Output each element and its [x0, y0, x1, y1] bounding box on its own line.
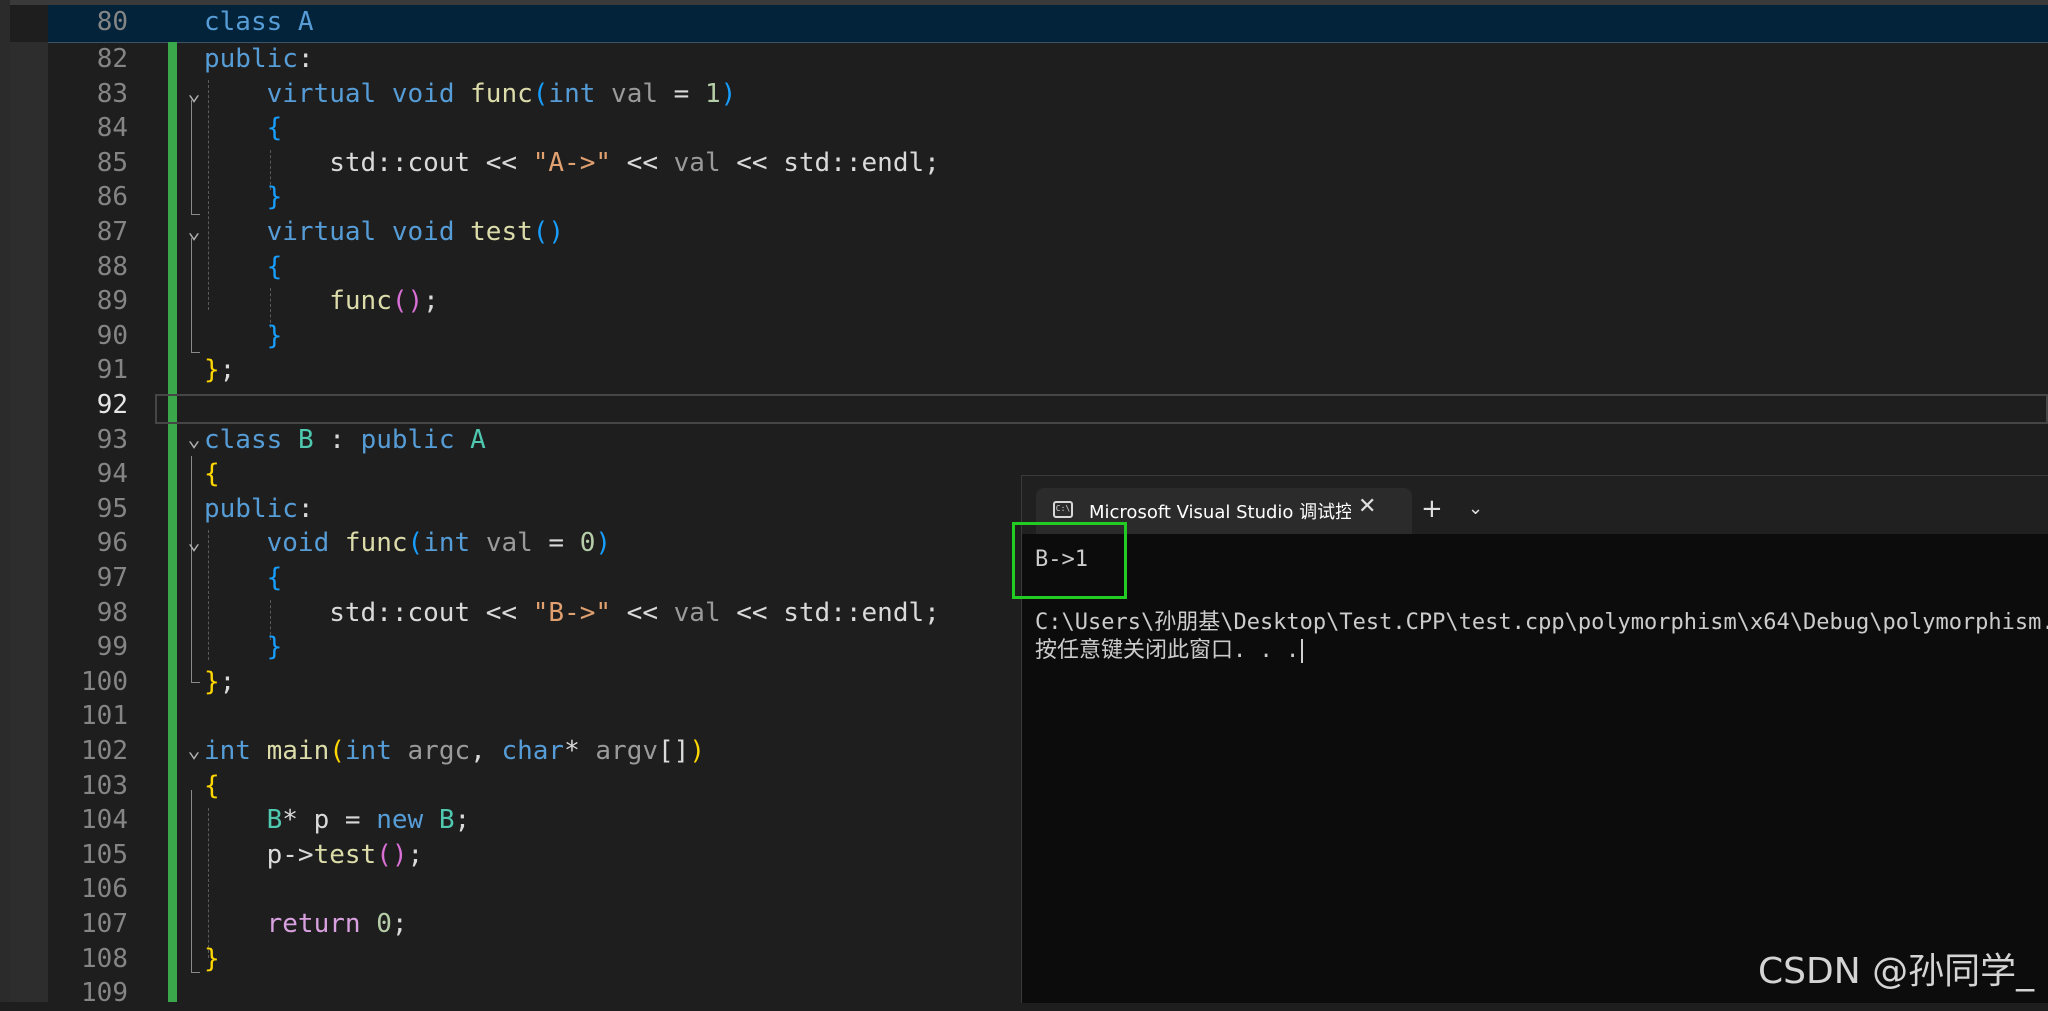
- code-line[interactable]: 88 {: [48, 250, 2048, 285]
- line-number: 86: [96, 182, 128, 213]
- fold-chevron-icon[interactable]: ⌄: [183, 77, 205, 112]
- code-text: B* p = new B;: [266, 805, 471, 836]
- line-number: 90: [96, 320, 128, 351]
- code-text: {: [266, 113, 283, 144]
- code-text: return 0;: [266, 909, 408, 939]
- terminal-tab-title: Microsoft Visual Studio 调试控制台: [1089, 502, 1351, 523]
- line-number: 94: [96, 459, 128, 490]
- line-number: 102: [81, 736, 128, 766]
- terminal-icon: C:\: [1053, 501, 1073, 518]
- code-line[interactable]: 90 }: [48, 319, 2048, 354]
- code-token: class A: [204, 7, 314, 37]
- code-text: }: [266, 632, 283, 663]
- output-line-prompt: 按任意键关闭此窗口. . .: [1035, 632, 1304, 664]
- terminal-titlebar[interactable]: C:\ Microsoft Visual Studio 调试控制台 ✕ + ⌄: [1022, 476, 2048, 534]
- code-text: }: [266, 320, 283, 351]
- code-text: };: [204, 666, 236, 697]
- line-number: 82: [96, 44, 128, 74]
- sticky-code: class A: [204, 5, 314, 40]
- line-number: 87: [96, 217, 128, 247]
- code-text: func();: [329, 286, 439, 317]
- code-line[interactable]: 87 ⌄ virtual void test(): [48, 215, 2048, 250]
- glyph-margin: [10, 42, 48, 1002]
- code-text: virtual void func(int val = 1): [266, 78, 737, 109]
- code-text: void func(int val = 0): [266, 528, 612, 559]
- close-icon[interactable]: ✕: [1358, 494, 1376, 519]
- fold-chevron-icon[interactable]: ⌄: [183, 423, 205, 458]
- output-text: 按任意键关闭此窗口. . .: [1035, 638, 1300, 663]
- code-text: {: [266, 563, 283, 593]
- line-number: 95: [96, 493, 128, 524]
- line-number: 89: [96, 286, 128, 317]
- new-tab-button[interactable]: +: [1421, 496, 1443, 522]
- line-number: 100: [81, 666, 128, 697]
- line-number: 101: [81, 701, 128, 732]
- line-number: 85: [96, 147, 128, 178]
- debug-console-window[interactable]: C:\ Microsoft Visual Studio 调试控制台 ✕ + ⌄ …: [1021, 475, 2048, 1003]
- code-line[interactable]: 91 };: [48, 353, 2048, 388]
- code-text: };: [204, 355, 236, 386]
- code-text: }: [266, 182, 283, 213]
- code-text: class B : public A: [204, 424, 486, 455]
- code-line[interactable]: 82 public:: [48, 42, 2048, 77]
- code-line[interactable]: 85 std::cout << "A->" << val << std::end…: [48, 146, 2048, 181]
- line-number: 105: [81, 839, 128, 870]
- line-number: 84: [96, 113, 128, 144]
- line-number: 88: [96, 251, 128, 282]
- code-text: {: [266, 251, 283, 282]
- code-line-active[interactable]: 92: [48, 388, 2048, 423]
- line-number: 106: [81, 874, 128, 905]
- code-text: std::cout << "B->" << val << std::endl;: [329, 597, 940, 628]
- line-number: 103: [81, 770, 128, 801]
- line-number: 80: [96, 7, 128, 37]
- code-text: virtual void test(): [266, 217, 565, 247]
- line-number: 97: [96, 563, 128, 593]
- terminal-output[interactable]: B->1 C:\Users\孙朋基\Desktop\Test.CPP\test.…: [1022, 534, 2048, 1003]
- code-line[interactable]: 84 {: [48, 111, 2048, 146]
- line-number: 93: [96, 424, 128, 455]
- code-text: {: [204, 459, 220, 490]
- annotation-highlight-box: [1012, 522, 1127, 599]
- code-text: {: [204, 770, 220, 801]
- line-number: 92: [96, 390, 128, 420]
- line-number: 99: [96, 632, 128, 663]
- text-cursor: [1301, 639, 1304, 663]
- code-text: p->test();: [266, 839, 424, 870]
- code-line[interactable]: 83 ⌄ virtual void func(int val = 1): [48, 77, 2048, 112]
- code-line[interactable]: 93 ⌄ class B : public A: [48, 423, 2048, 458]
- line-number: 104: [81, 805, 128, 836]
- code-text: }: [204, 943, 220, 974]
- code-line[interactable]: 89 func();: [48, 284, 2048, 319]
- line-number: 109: [81, 978, 128, 1009]
- line-number: 83: [96, 78, 128, 109]
- fold-chevron-icon[interactable]: ⌄: [183, 526, 205, 561]
- line-number: 91: [96, 355, 128, 386]
- sticky-scroll-header[interactable]: 80 class A: [48, 5, 2048, 43]
- line-number: 108: [81, 943, 128, 974]
- fold-chevron-icon[interactable]: ⌄: [183, 215, 205, 250]
- code-text: std::cout << "A->" << val << std::endl;: [329, 147, 940, 178]
- code-text: public:: [204, 493, 314, 524]
- watermark: CSDN @孙同学_: [1758, 951, 2035, 992]
- fold-chevron-icon[interactable]: ⌄: [183, 734, 205, 769]
- code-text: public:: [204, 44, 314, 74]
- left-gutter: [0, 0, 10, 1002]
- code-line[interactable]: 86 }: [48, 180, 2048, 215]
- code-text: int main(int argc, char* argv[]): [204, 736, 705, 766]
- chevron-down-icon[interactable]: ⌄: [1468, 498, 1483, 519]
- line-number: 107: [81, 909, 128, 939]
- line-number: 98: [96, 597, 128, 628]
- line-number: 96: [96, 528, 128, 559]
